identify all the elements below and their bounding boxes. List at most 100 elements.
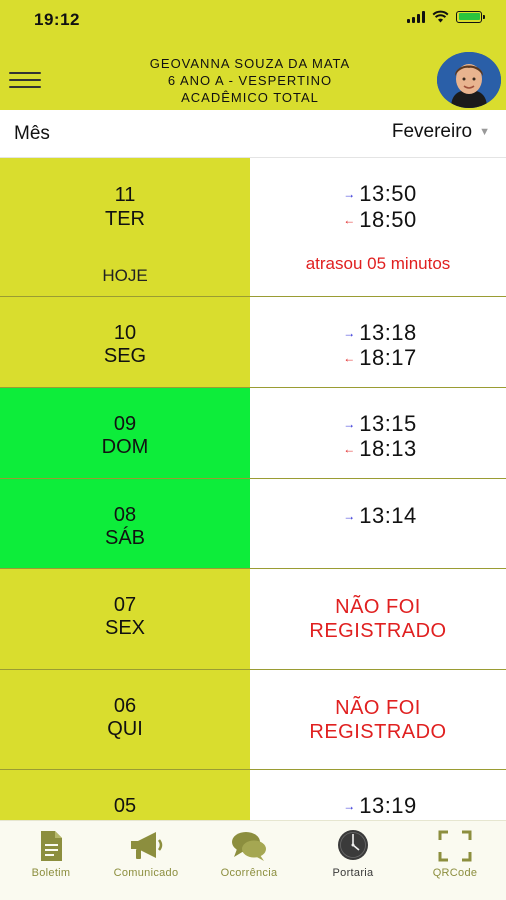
- entry-time: → 13:19: [250, 794, 506, 818]
- tab-portaria[interactable]: Portaria: [302, 827, 404, 893]
- time-cell: → 13:14: [250, 479, 506, 568]
- day-weekday: DOM: [101, 436, 149, 458]
- day-weekday: SEX: [104, 617, 146, 639]
- student-name: GEOVANNA SOUZA DA MATA: [149, 56, 351, 71]
- qrcode-scan-icon: [438, 830, 472, 862]
- exit-arrow-icon: ←: [343, 442, 356, 456]
- cellular-signal-icon: [407, 10, 425, 23]
- time-cell: → 13:18 ← 18:17: [250, 297, 506, 387]
- day-number: 07: [113, 594, 137, 616]
- day-cell: 06 QUI: [0, 670, 250, 769]
- time-cell: NÃO FOI REGISTRADO: [250, 569, 506, 669]
- battery-icon: [456, 10, 485, 23]
- day-number: 06: [113, 695, 137, 717]
- exit-time: ← 18:50: [250, 208, 506, 232]
- tab-label: Portaria: [332, 867, 374, 879]
- day-cell: 05: [0, 770, 250, 820]
- tab-label: Comunicado: [113, 867, 179, 879]
- today-label: HOJE: [102, 266, 148, 285]
- tab-qrcode[interactable]: QRCode: [404, 827, 506, 893]
- entry-arrow-icon: →: [343, 187, 356, 201]
- tab-comunicado[interactable]: Comunicado: [95, 827, 197, 893]
- school-name: ACADÊMICO TOTAL: [181, 90, 319, 105]
- attendance-row[interactable]: 11 TER HOJE → 13:50 ← 18:50 atrasou 05 m…: [0, 158, 506, 297]
- entry-time-value: 13:50: [359, 181, 417, 206]
- attendance-row[interactable]: 08 SÁB → 13:14: [0, 479, 506, 569]
- document-icon: [41, 831, 62, 861]
- day-cell: 08 SÁB: [0, 479, 250, 568]
- entry-arrow-icon: →: [343, 509, 356, 523]
- day-cell: 09 DOM: [0, 388, 250, 478]
- entry-arrow-icon: →: [343, 326, 356, 340]
- entry-time: → 13:14: [250, 504, 506, 528]
- exit-time: ← 18:13: [250, 437, 506, 461]
- attendance-row[interactable]: 09 DOM → 13:15 ← 18:13: [0, 388, 506, 479]
- day-number: 10: [113, 322, 137, 344]
- day-number: 08: [113, 504, 137, 526]
- not-registered-line2: REGISTRADO: [309, 620, 447, 642]
- clock-icon: [338, 830, 368, 860]
- entry-time-value: 13:14: [359, 503, 417, 528]
- status-bar: 19:12: [0, 0, 506, 42]
- hamburger-menu-icon[interactable]: [9, 70, 43, 90]
- attendance-list: 11 TER HOJE → 13:50 ← 18:50 atrasou 05 m…: [0, 158, 506, 820]
- day-number: 11: [114, 184, 136, 206]
- entry-time-value: 13:19: [359, 793, 417, 818]
- chat-bubbles-icon: [232, 832, 266, 861]
- day-weekday: SEG: [103, 345, 147, 367]
- entry-time: → 13:18: [250, 321, 506, 345]
- status-time: 19:12: [34, 10, 80, 29]
- tab-label: QRCode: [432, 867, 478, 879]
- not-registered-line2: REGISTRADO: [309, 721, 447, 743]
- avatar[interactable]: [437, 52, 501, 108]
- day-weekday: SÁB: [104, 527, 146, 549]
- day-cell: 11 TER HOJE: [0, 158, 250, 296]
- time-cell: → 13:50 ← 18:50 atrasou 05 minutos: [250, 158, 506, 296]
- day-cell: 07 SEX: [0, 569, 250, 669]
- entry-time-value: 13:18: [359, 320, 417, 345]
- tab-ocorrencia[interactable]: Ocorrência: [198, 827, 300, 893]
- not-registered-line1: NÃO FOI: [335, 596, 421, 618]
- exit-time-value: 18:50: [359, 207, 417, 232]
- month-selected-value: Fevereiro: [391, 121, 473, 142]
- tab-label: Ocorrência: [220, 867, 278, 879]
- exit-arrow-icon: ←: [343, 213, 356, 227]
- megaphone-icon: [131, 832, 163, 859]
- month-dropdown[interactable]: Fevereiro ▼: [392, 121, 490, 143]
- day-weekday: TER: [105, 208, 145, 230]
- entry-time: → 13:15: [250, 412, 506, 436]
- entry-time: → 13:50: [250, 182, 506, 206]
- late-note: atrasou 05 minutos: [305, 254, 451, 273]
- day-weekday: QUI: [107, 718, 143, 740]
- dropdown-caret-icon: ▼: [479, 125, 490, 138]
- exit-time-value: 18:17: [359, 345, 417, 370]
- entry-time-value: 13:15: [359, 411, 417, 436]
- time-cell: NÃO FOI REGISTRADO: [250, 670, 506, 769]
- exit-time: ← 18:17: [250, 346, 506, 370]
- day-cell: 10 SEG: [0, 297, 250, 387]
- tab-boletim[interactable]: Boletim: [0, 827, 102, 893]
- attendance-row[interactable]: 10 SEG → 13:18 ← 18:17: [0, 297, 506, 388]
- exit-time-value: 18:13: [359, 436, 417, 461]
- month-filter-bar: Mês Fevereiro ▼: [0, 110, 506, 158]
- attendance-row[interactable]: 05 → 13:19: [0, 770, 506, 820]
- app-header: 19:12 GEOVANNA SOUZA DA MATA 6 ANO A - V…: [0, 0, 506, 110]
- day-number: 05: [113, 795, 137, 817]
- avatar-photo: [437, 52, 501, 108]
- status-icons: [407, 10, 485, 23]
- tab-label: Boletim: [31, 867, 71, 879]
- wifi-icon: [432, 10, 449, 23]
- time-cell: → 13:19: [250, 770, 506, 820]
- student-class: 6 ANO A - VESPERTINO: [167, 73, 333, 88]
- bottom-tab-bar: Boletim Comunicado Ocorrência Portaria Q…: [0, 820, 506, 900]
- student-info: GEOVANNA SOUZA DA MATA 6 ANO A - VESPERT…: [100, 55, 400, 106]
- attendance-row[interactable]: 07 SEX NÃO FOI REGISTRADO: [0, 569, 506, 670]
- entry-arrow-icon: →: [343, 417, 356, 431]
- exit-arrow-icon: ←: [343, 351, 356, 365]
- not-registered-line1: NÃO FOI: [335, 697, 421, 719]
- entry-arrow-icon: →: [343, 799, 356, 813]
- month-label: Mês: [14, 123, 50, 144]
- attendance-row[interactable]: 06 QUI NÃO FOI REGISTRADO: [0, 670, 506, 770]
- time-cell: → 13:15 ← 18:13: [250, 388, 506, 478]
- day-number: 09: [113, 413, 137, 435]
